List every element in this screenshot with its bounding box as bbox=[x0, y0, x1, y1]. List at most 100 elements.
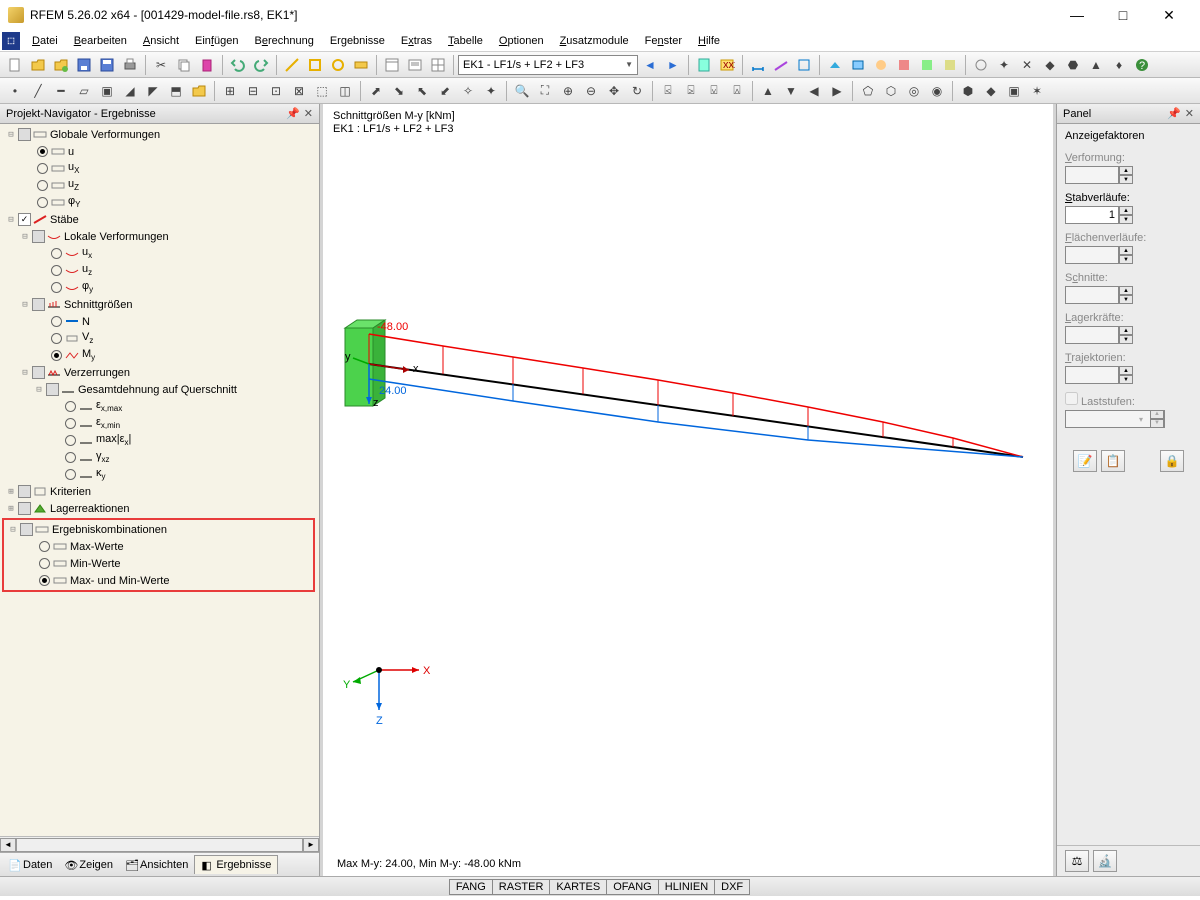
solid-icon[interactable]: ▣ bbox=[96, 80, 118, 102]
radio[interactable] bbox=[51, 265, 62, 276]
radio[interactable] bbox=[51, 350, 62, 361]
proj-b-icon[interactable]: ⬡ bbox=[880, 80, 902, 102]
radio[interactable] bbox=[37, 180, 48, 191]
zoom-in-icon[interactable]: ⊕ bbox=[557, 80, 579, 102]
checkbox[interactable] bbox=[20, 523, 33, 536]
tree-collapse-icon[interactable]: ⊟ bbox=[18, 300, 32, 310]
menu-ergebnisse[interactable]: Ergebnisse bbox=[322, 32, 393, 50]
save-as-icon[interactable] bbox=[96, 54, 118, 76]
tool-x4-icon[interactable]: ◆ bbox=[1039, 54, 1061, 76]
t2-k-icon[interactable]: ⬊ bbox=[388, 80, 410, 102]
zoom-fit-icon[interactable]: ⛶ bbox=[534, 80, 556, 102]
open-alt-icon[interactable] bbox=[50, 54, 72, 76]
pin-icon[interactable]: 📌 bbox=[1167, 107, 1181, 120]
view-a-icon[interactable]: ▲ bbox=[757, 80, 779, 102]
menu-optionen[interactable]: Optionen bbox=[491, 32, 552, 50]
laststufen-combo[interactable]: ▾▲▼ bbox=[1065, 410, 1165, 428]
t2-a-icon[interactable]: ◢ bbox=[119, 80, 141, 102]
tree-collapse-icon[interactable]: ⊟ bbox=[32, 385, 46, 395]
undo-icon[interactable] bbox=[227, 54, 249, 76]
spin-up-icon[interactable]: ▲ bbox=[1119, 206, 1133, 215]
viewport-3d[interactable]: Schnittgrößen M-y [kNm] EK1 : LF1/s + LF… bbox=[320, 104, 1056, 876]
spin-up-icon[interactable]: ▲ bbox=[1119, 166, 1133, 175]
spin-up-icon[interactable]: ▲ bbox=[1119, 326, 1133, 335]
checkbox[interactable] bbox=[18, 128, 31, 141]
results-icon[interactable]: xxx bbox=[716, 54, 738, 76]
surface-icon[interactable]: ▱ bbox=[73, 80, 95, 102]
view-c-icon[interactable]: ◀ bbox=[803, 80, 825, 102]
minimize-button[interactable]: — bbox=[1054, 0, 1100, 30]
zoom-out-icon[interactable]: ⊖ bbox=[580, 80, 602, 102]
window-icon[interactable] bbox=[381, 54, 403, 76]
misc-c-icon[interactable]: ▣ bbox=[1003, 80, 1025, 102]
spin-down-icon[interactable]: ▼ bbox=[1119, 335, 1133, 344]
menu-extras[interactable]: Extras bbox=[393, 32, 440, 50]
tool-x7-icon[interactable]: ♦ bbox=[1108, 54, 1130, 76]
checkbox[interactable] bbox=[18, 213, 31, 226]
radio[interactable] bbox=[51, 333, 62, 344]
menu-datei[interactable]: Datei bbox=[24, 32, 66, 50]
calc-icon[interactable] bbox=[693, 54, 715, 76]
nav-close-icon[interactable]: ✕ bbox=[304, 107, 313, 120]
radio[interactable] bbox=[39, 558, 50, 569]
menu-ansicht[interactable]: Ansicht bbox=[135, 32, 187, 50]
measure-b-icon[interactable] bbox=[770, 54, 792, 76]
status-hlinien[interactable]: HLINIEN bbox=[658, 879, 715, 895]
schnitte-input[interactable] bbox=[1065, 286, 1119, 304]
navigator-scrollbar[interactable]: ◄ ► bbox=[0, 836, 319, 852]
panel-close-icon[interactable]: ✕ bbox=[1185, 107, 1194, 120]
radio[interactable] bbox=[51, 316, 62, 327]
next-icon[interactable]: ► bbox=[662, 54, 684, 76]
scroll-left-icon[interactable]: ◄ bbox=[0, 838, 16, 852]
t2-b-icon[interactable]: ◤ bbox=[142, 80, 164, 102]
t2-d-icon[interactable]: ⊞ bbox=[219, 80, 241, 102]
status-dxf[interactable]: DXF bbox=[714, 879, 750, 895]
filter-c-icon[interactable]: ⍌ bbox=[703, 80, 725, 102]
radio[interactable] bbox=[51, 248, 62, 259]
measure-c-icon[interactable] bbox=[793, 54, 815, 76]
filter-d-icon[interactable]: ⍓ bbox=[726, 80, 748, 102]
node-icon[interactable]: • bbox=[4, 80, 26, 102]
spin-down-icon[interactable]: ▼ bbox=[1119, 375, 1133, 384]
new-icon[interactable] bbox=[4, 54, 26, 76]
line-icon[interactable]: ╱ bbox=[27, 80, 49, 102]
radio[interactable] bbox=[65, 435, 76, 446]
cut-icon[interactable]: ✂ bbox=[150, 54, 172, 76]
scroll-right-icon[interactable]: ► bbox=[303, 838, 319, 852]
view-b-icon[interactable]: ▼ bbox=[780, 80, 802, 102]
t2-i-icon[interactable]: ◫ bbox=[334, 80, 356, 102]
status-ofang[interactable]: OFANG bbox=[606, 879, 659, 895]
lock-button[interactable]: 🔒 bbox=[1160, 450, 1184, 472]
tree-expand-icon[interactable]: ⊞ bbox=[4, 487, 18, 497]
tool-x6-icon[interactable]: ▲ bbox=[1085, 54, 1107, 76]
radio[interactable] bbox=[37, 197, 48, 208]
radio[interactable] bbox=[65, 401, 76, 412]
scale-button[interactable]: ⚖ bbox=[1065, 850, 1089, 872]
spin-up-icon[interactable]: ▲ bbox=[1119, 246, 1133, 255]
radio[interactable] bbox=[37, 163, 48, 174]
proj-c-icon[interactable]: ◎ bbox=[903, 80, 925, 102]
proj-d-icon[interactable]: ◉ bbox=[926, 80, 948, 102]
radio[interactable] bbox=[65, 452, 76, 463]
t2-n-icon[interactable]: ✧ bbox=[457, 80, 479, 102]
spin-down-icon[interactable]: ▼ bbox=[1119, 295, 1133, 304]
copy-icon[interactable] bbox=[173, 54, 195, 76]
spin-down-icon[interactable]: ▼ bbox=[1119, 215, 1133, 224]
checkbox[interactable] bbox=[32, 366, 45, 379]
render-e-icon[interactable] bbox=[916, 54, 938, 76]
tree-expand-icon[interactable]: ⊞ bbox=[4, 504, 18, 514]
spin-up-icon[interactable]: ▲ bbox=[1119, 286, 1133, 295]
help-icon[interactable]: ? bbox=[1131, 54, 1153, 76]
grid-icon[interactable] bbox=[427, 54, 449, 76]
misc-d-icon[interactable]: ✶ bbox=[1026, 80, 1048, 102]
status-fang[interactable]: FANG bbox=[449, 879, 493, 895]
save-icon[interactable] bbox=[73, 54, 95, 76]
radio[interactable] bbox=[65, 418, 76, 429]
navigator-tree[interactable]: ⊟Globale Verformungen u uX uZ φY ⊟Stäbe … bbox=[0, 124, 319, 836]
menu-hilfe[interactable]: Hilfe bbox=[690, 32, 728, 50]
list-icon[interactable] bbox=[404, 54, 426, 76]
tool-x5-icon[interactable]: ⬣ bbox=[1062, 54, 1084, 76]
tool-c-icon[interactable] bbox=[327, 54, 349, 76]
verformung-input[interactable] bbox=[1065, 166, 1119, 184]
close-button[interactable]: ✕ bbox=[1146, 0, 1192, 30]
